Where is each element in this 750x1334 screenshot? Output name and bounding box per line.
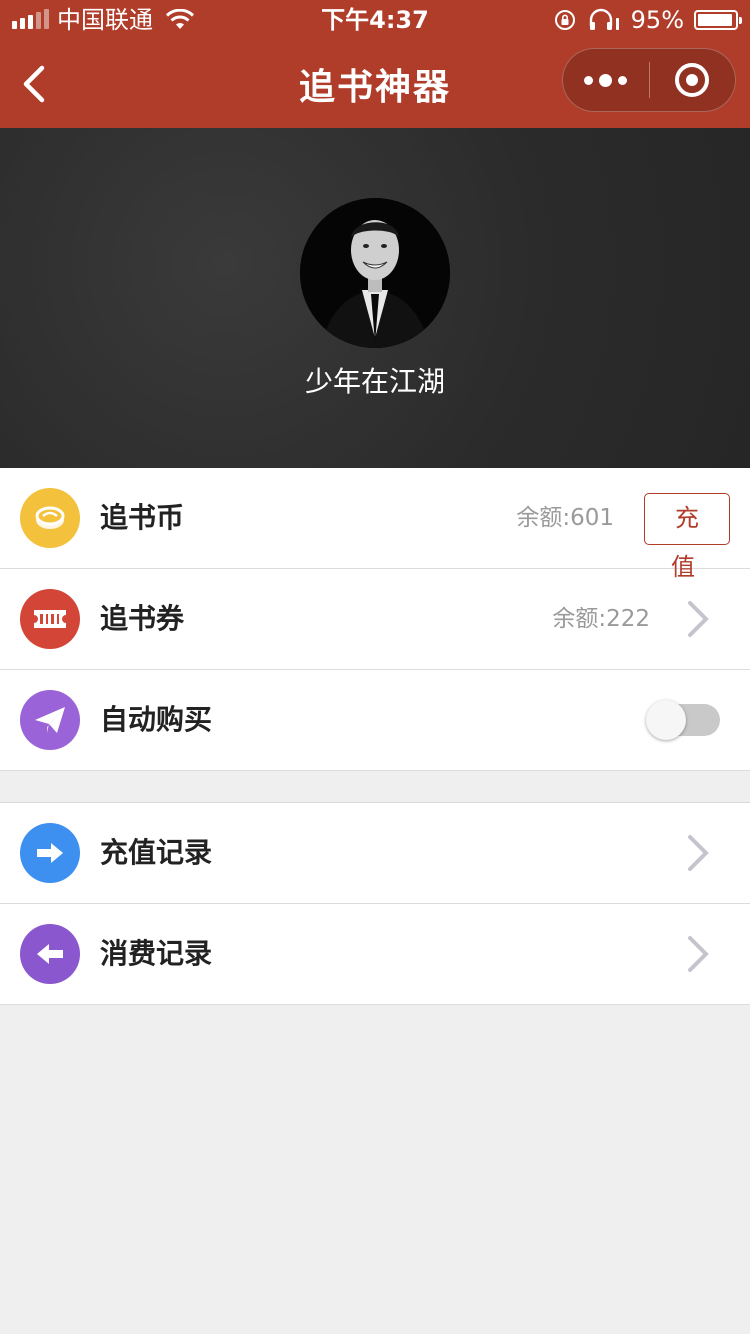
top-bar: 中国联通 下午4:37 95% 追书神器: [0, 0, 750, 128]
mini-program-capsule: [562, 48, 736, 112]
more-button[interactable]: [563, 48, 649, 112]
paper-plane-icon: [20, 690, 80, 750]
recharge-records-label: 充值记录: [100, 836, 213, 869]
coins-balance: 余额:601: [516, 505, 614, 531]
auto-buy-label: 自动购买: [100, 703, 213, 736]
list-item-spending-records[interactable]: 消费记录: [0, 904, 750, 1005]
profile-header: 少年在江湖: [0, 128, 750, 468]
account-list: 追书币 余额:601 充 值 追书券 余额:222 自动购买: [0, 468, 750, 771]
battery-percent: 95%: [630, 6, 684, 34]
ticket-icon: [20, 589, 80, 649]
records-list: 充值记录 消费记录: [0, 802, 750, 1005]
headphones-icon: [589, 8, 619, 30]
auto-buy-toggle[interactable]: [646, 700, 720, 740]
close-miniprogram-button[interactable]: [650, 48, 736, 112]
arrow-left-icon: [20, 924, 80, 984]
chevron-right-icon: [688, 835, 709, 871]
avatar[interactable]: [300, 198, 450, 348]
list-item-auto-buy: 自动购买: [0, 670, 750, 771]
list-item-coins: 追书币 余额:601 充 值: [0, 468, 750, 581]
chevron-right-icon: [688, 936, 709, 972]
target-icon: [675, 63, 710, 97]
coin-icon: [20, 488, 80, 548]
arrow-right-icon: [20, 823, 80, 883]
spending-records-label: 消费记录: [100, 937, 213, 970]
vouchers-balance: 余额:222: [552, 606, 650, 632]
recharge-button[interactable]: 充 值: [644, 493, 730, 581]
battery-icon: [694, 10, 742, 30]
toggle-knob: [646, 700, 686, 740]
rotation-lock-icon: [554, 10, 575, 30]
avatar-portrait: [300, 198, 450, 348]
list-item-recharge-records[interactable]: 充值记录: [0, 803, 750, 904]
username: 少年在江湖: [304, 365, 445, 398]
list-item-vouchers[interactable]: 追书券 余额:222: [0, 569, 750, 670]
coins-label: 追书币: [100, 501, 185, 534]
status-bar: 中国联通 下午4:37 95%: [0, 0, 750, 40]
chevron-right-icon: [688, 601, 709, 637]
vouchers-label: 追书券: [100, 602, 185, 635]
nav-bar: 追书神器: [0, 40, 750, 128]
status-right: 95%: [553, 0, 742, 40]
